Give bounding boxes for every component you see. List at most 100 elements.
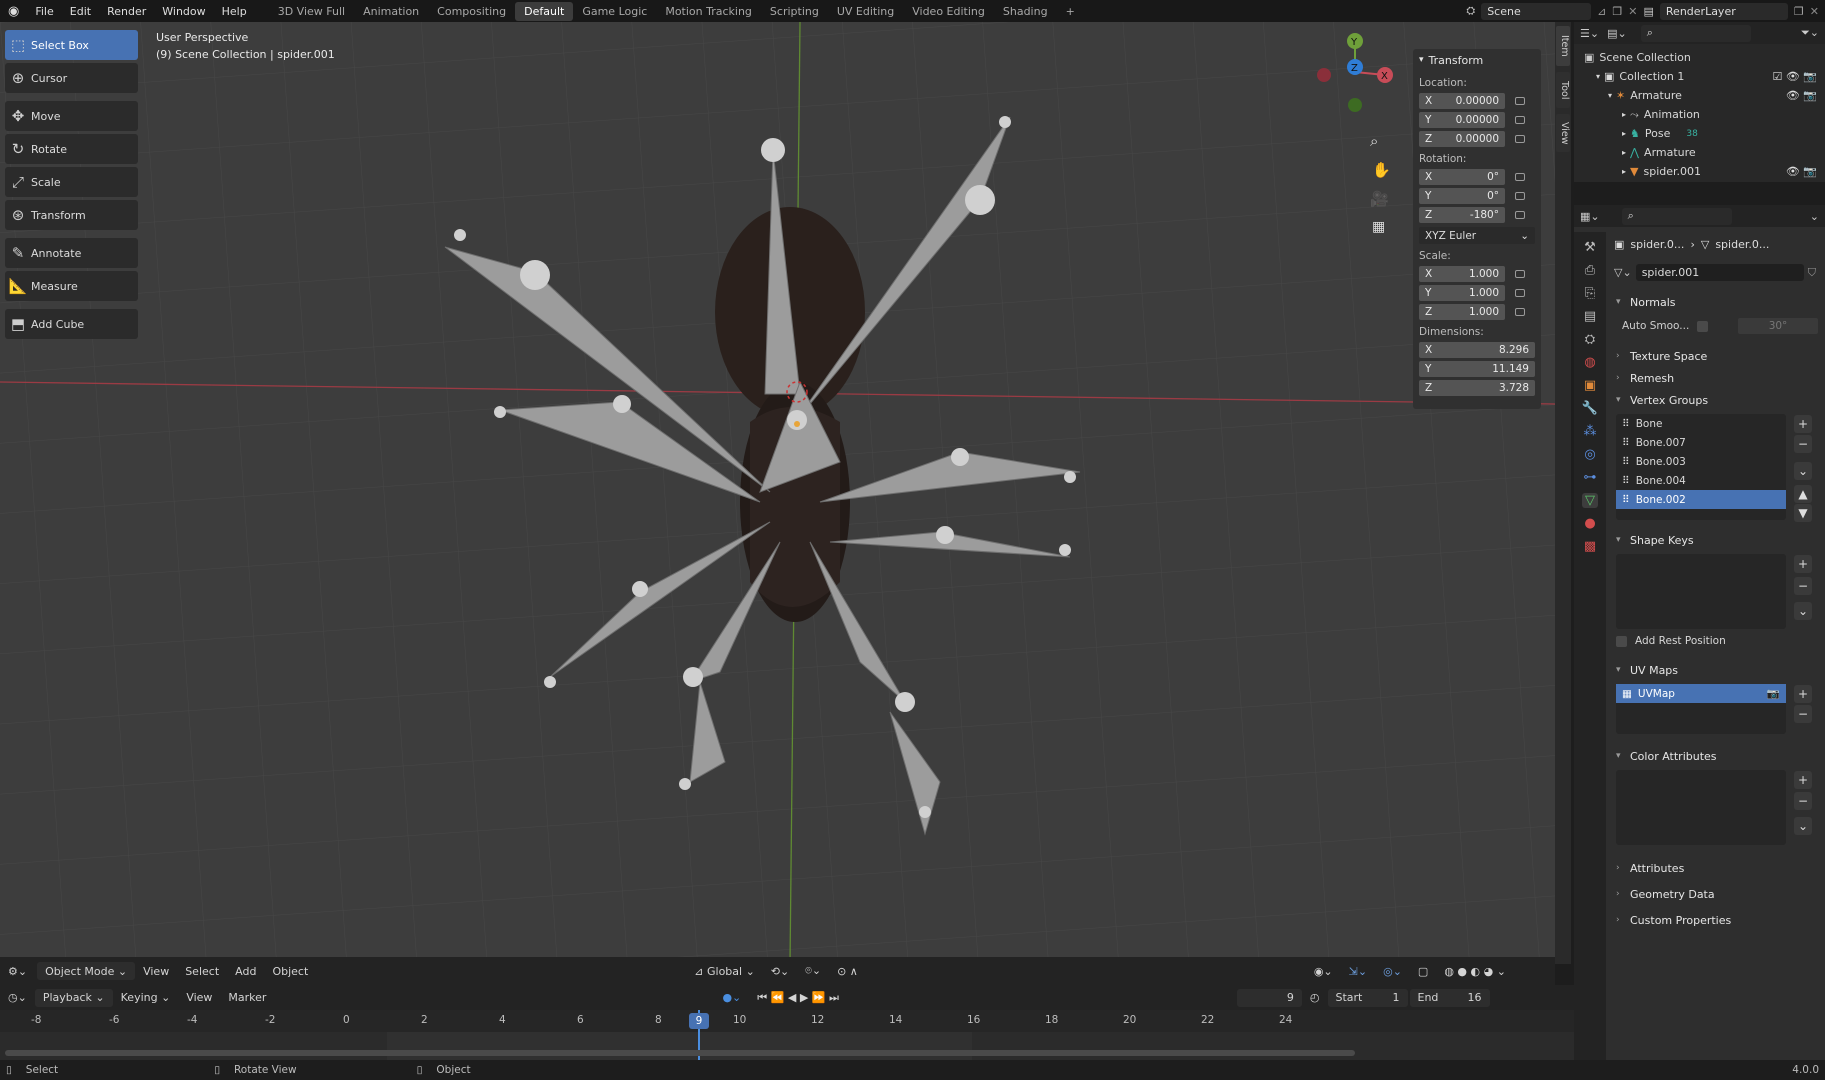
vertex-group-item-selected[interactable]: ⠿ Bone.002	[1616, 490, 1786, 509]
tool-rotate[interactable]: ↻ Rotate	[5, 134, 138, 164]
properties-editor-icon[interactable]: ▦⌄	[1580, 210, 1600, 223]
start-frame-field[interactable]: Start 1	[1327, 988, 1408, 1007]
tab-scripting[interactable]: Scripting	[761, 2, 828, 21]
menu-render[interactable]: Render	[99, 5, 154, 18]
scale-z-field[interactable]: Z 1.000	[1419, 303, 1541, 320]
tab-compositing[interactable]: Compositing	[428, 2, 515, 21]
close-layer-icon[interactable]: ✕	[1810, 5, 1819, 18]
tool-tab-icon[interactable]: ⚒	[1584, 240, 1596, 255]
panel-texture-space[interactable]: › Texture Space	[1616, 346, 1817, 366]
filter-icon[interactable]: ⏷⌄	[1801, 26, 1819, 40]
tab-3d-view-full[interactable]: 3D View Full	[269, 2, 354, 21]
location-z-field[interactable]: Z 0.00000	[1419, 130, 1541, 147]
constraints-tab-icon[interactable]: ⊶	[1584, 470, 1597, 485]
panel-geometry-data[interactable]: › Geometry Data	[1616, 884, 1817, 904]
current-frame-field[interactable]: 9	[1236, 988, 1302, 1007]
playback-controls[interactable]: ⏮ ⏪ ◀ ▶ ⏩ ⏭	[749, 989, 847, 1007]
clock-icon[interactable]: ◴	[1302, 989, 1328, 1007]
menu-help[interactable]: Help	[214, 5, 255, 18]
location-y-field[interactable]: Y 0.00000	[1419, 111, 1541, 128]
remove-vertex-group-button[interactable]: −	[1794, 435, 1812, 453]
vertex-group-item[interactable]: ⠿ Bone.007	[1616, 433, 1786, 452]
vertex-group-item[interactable]: ⠿ Bone.004	[1616, 471, 1786, 490]
mode-dropdown[interactable]: Object Mode ⌄	[37, 962, 136, 980]
tool-transform[interactable]: ⊛ Transform	[5, 200, 138, 230]
outliner-editor-icon[interactable]: ☰⌄	[1580, 27, 1599, 40]
timeline-view-menu[interactable]: View	[178, 989, 220, 1007]
outliner-row-scene-collection[interactable]: ▣ Scene Collection	[1574, 48, 1825, 67]
vertex-group-item[interactable]: ⠿ Bone.003	[1616, 452, 1786, 471]
visibility-icon[interactable]: ◉⌄	[1306, 962, 1341, 980]
view-layer-tab-icon[interactable]: ▤	[1584, 309, 1596, 324]
tab-default[interactable]: Default	[515, 1, 574, 21]
navigation-gizmo[interactable]: Y Z X	[1310, 27, 1395, 127]
panel-normals[interactable]: ▾ Normals	[1616, 292, 1817, 312]
tab-uv-editing[interactable]: UV Editing	[828, 2, 903, 21]
timeline-editor-icon[interactable]: ◷⌄	[0, 989, 35, 1007]
menu-edit[interactable]: Edit	[62, 5, 99, 18]
camera-icon[interactable]: 📷	[1767, 687, 1780, 700]
dimension-z-field[interactable]: Z 3.728	[1419, 379, 1541, 396]
scale-x-field[interactable]: X 1.000	[1419, 265, 1541, 282]
auto-keying-icon[interactable]: ●⌄	[714, 989, 749, 1007]
lock-icon[interactable]	[1515, 307, 1525, 316]
marker-menu[interactable]: Marker	[220, 989, 274, 1007]
rotation-mode-dropdown[interactable]: XYZ Euler ⌄	[1419, 227, 1535, 244]
outliner-search-input[interactable]: ⌕	[1640, 24, 1751, 42]
mesh-name-field[interactable]: spider.001	[1635, 264, 1804, 281]
object-tab-icon[interactable]: ▣	[1584, 378, 1596, 393]
render-tab-icon[interactable]: ⎙	[1585, 263, 1595, 278]
lock-icon[interactable]	[1515, 172, 1525, 181]
tab-video-editing[interactable]: Video Editing	[903, 2, 994, 21]
timeline-area[interactable]: -8 -6 -4 -2 0 2 4 6 8 10 12 14 16 18 20 22 24 9	[0, 1010, 1574, 1060]
orientation-dropdown[interactable]: ⊿ Global ⌄	[686, 962, 763, 980]
particles-tab-icon[interactable]: ⁂	[1584, 424, 1597, 439]
panel-shape-keys[interactable]: ▾ Shape Keys	[1616, 530, 1817, 550]
blender-logo-icon[interactable]: ◉	[0, 4, 27, 19]
data-tab-icon[interactable]: ▽	[1582, 493, 1598, 508]
tab-item[interactable]: Item	[1556, 26, 1570, 66]
shading-modes-icon[interactable]: ◍ ● ◐ ◕ ⌄	[1436, 962, 1514, 980]
outliner-row-pose[interactable]: ▸ ♞ Pose 38	[1574, 124, 1825, 143]
add-rest-position-row[interactable]: Add Rest Position	[1616, 635, 1726, 647]
outliner-row-armature-data[interactable]: ▸ ⋀ Armature	[1574, 143, 1825, 162]
zoom-icon[interactable]: ⌕	[1370, 132, 1378, 150]
3d-viewport[interactable]: ⬚ Select Box ⊕ Cursor ✥ Move ↻ Rotate ⤢ Scale…	[0, 22, 1555, 964]
outliner-row-collection-1[interactable]: ▾ ▣ Collection 1 ☑ 👁 📷	[1574, 67, 1825, 86]
add-color-attribute-button[interactable]: +	[1794, 771, 1812, 789]
lock-icon[interactable]	[1515, 96, 1525, 105]
lock-icon[interactable]	[1515, 134, 1525, 143]
properties-search-input[interactable]: ⌕	[1621, 207, 1732, 225]
header-add-menu[interactable]: Add	[227, 962, 264, 980]
lock-icon[interactable]	[1515, 269, 1525, 278]
fake-user-shield-icon[interactable]: ⛉	[1808, 266, 1816, 280]
tool-measure[interactable]: 📐 Measure	[5, 271, 138, 301]
move-down-button[interactable]: ▼	[1794, 504, 1812, 522]
tab-animation[interactable]: Animation	[354, 2, 428, 21]
panel-custom-properties[interactable]: › Custom Properties	[1616, 910, 1817, 930]
pin-icon[interactable]: ⊿	[1597, 5, 1606, 18]
header-object-menu[interactable]: Object	[264, 962, 316, 980]
view-layer-icon[interactable]: ▤	[1644, 5, 1654, 18]
add-vertex-group-button[interactable]: +	[1794, 415, 1812, 433]
vertex-group-item[interactable]: ⠿ Bone	[1616, 414, 1786, 433]
playback-menu[interactable]: Playback ⌄	[34, 988, 113, 1007]
scene-selector[interactable]: Scene	[1481, 2, 1592, 20]
auto-smooth-angle-field[interactable]: 30°	[1738, 318, 1818, 334]
tab-shading[interactable]: Shading	[994, 2, 1057, 21]
header-select-menu[interactable]: Select	[177, 962, 227, 980]
transform-header[interactable]: ▾ Transform	[1413, 49, 1541, 71]
gizmo-toggle-icon[interactable]: ⇲⌄	[1341, 962, 1375, 980]
scene-tab-icon[interactable]: ⛭	[1585, 332, 1595, 347]
tool-scale[interactable]: ⤢ Scale	[5, 167, 138, 197]
remove-color-attribute-button[interactable]: −	[1794, 792, 1812, 810]
tab-motion-tracking[interactable]: Motion Tracking	[656, 2, 761, 21]
vertex-group-specials-button[interactable]: ⌄	[1794, 462, 1812, 480]
panel-uv-maps[interactable]: ▾ UV Maps	[1616, 660, 1817, 680]
scene-icon[interactable]: ⛭	[1466, 4, 1475, 18]
tool-annotate[interactable]: ✎ Annotate	[5, 238, 138, 268]
xray-icon[interactable]: ▢	[1410, 962, 1436, 980]
rotation-x-field[interactable]: X 0°	[1419, 168, 1541, 185]
new-layer-icon[interactable]: ❐	[1794, 5, 1804, 18]
tab-view[interactable]: View	[1556, 114, 1570, 152]
